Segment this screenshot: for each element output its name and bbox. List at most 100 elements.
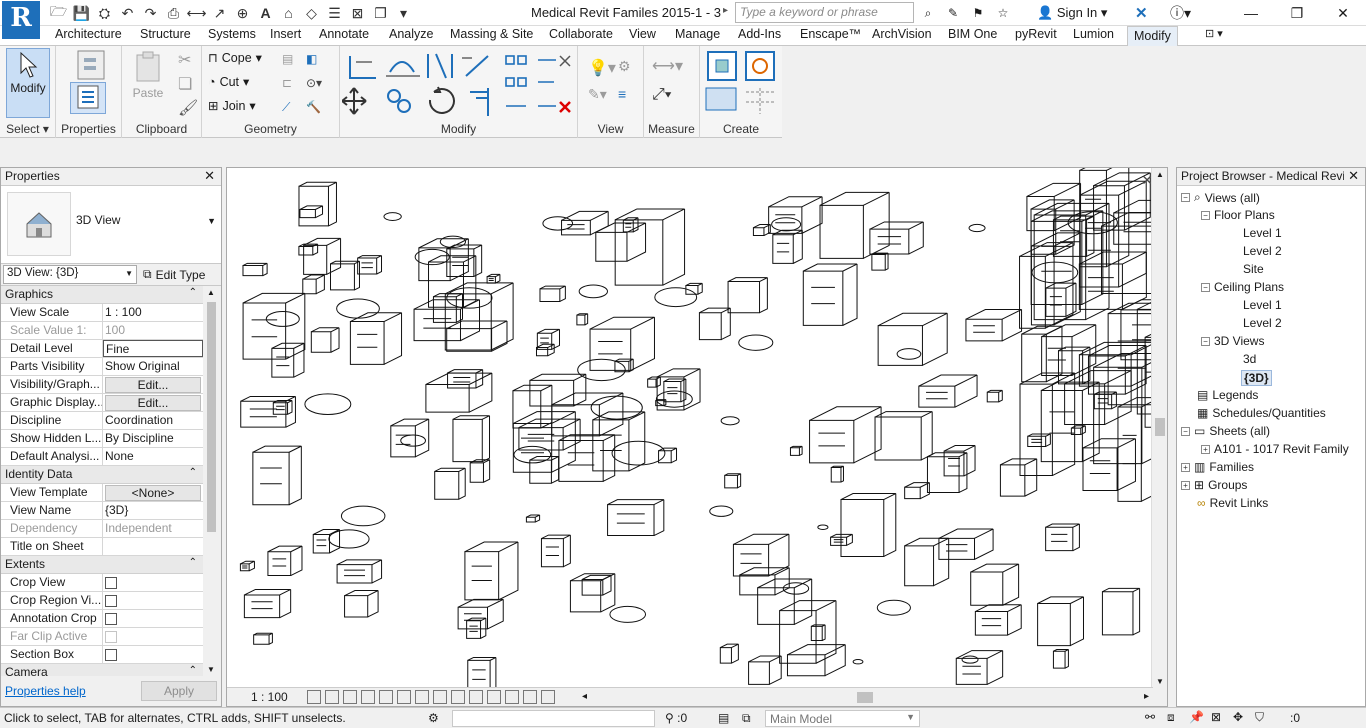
model-element[interactable]: [447, 369, 484, 389]
line-style-icon[interactable]: ≡: [618, 86, 626, 102]
graphic-display-edit-button[interactable]: Edit...: [105, 395, 201, 411]
render-icon[interactable]: [379, 690, 393, 704]
model-element[interactable]: [609, 605, 647, 623]
property-row[interactable]: Detail Level Fine: [1, 340, 203, 358]
print-icon[interactable]: ⎙: [163, 3, 184, 23]
tree-views-all[interactable]: − ⌕ Views (all): [1181, 190, 1260, 205]
model-element[interactable]: [739, 567, 790, 596]
workset-dropdown[interactable]: [452, 710, 655, 727]
3d-view-icon[interactable]: ⌂: [278, 3, 299, 23]
tree-3d-default[interactable]: {3D}: [1241, 370, 1272, 386]
tree-fp-site[interactable]: Site: [1243, 262, 1264, 276]
model-element[interactable]: [589, 316, 655, 371]
section-box-checkbox[interactable]: [105, 649, 117, 661]
model-element[interactable]: [577, 358, 626, 382]
hammer-icon[interactable]: 🔨: [306, 100, 321, 114]
tree-schedules[interactable]: ▦ Schedules/Quantities: [1197, 406, 1326, 420]
apply-button[interactable]: Apply: [141, 681, 217, 701]
tab-archvision[interactable]: ArchVision: [872, 27, 932, 41]
model-element[interactable]: [452, 415, 491, 463]
chevron-down-icon[interactable]: ▼: [207, 216, 216, 226]
model-element[interactable]: [938, 528, 994, 560]
model-element[interactable]: [310, 327, 340, 353]
customize-qat-icon[interactable]: ▾: [393, 3, 414, 23]
join-button[interactable]: ⊞ Join ▾: [208, 98, 256, 114]
model-element[interactable]: [1027, 433, 1051, 447]
switch-windows-icon[interactable]: ❐: [370, 3, 391, 23]
model-element[interactable]: [965, 309, 1023, 342]
model-element[interactable]: [539, 285, 566, 302]
property-row[interactable]: Parts Visibility Show Original: [1, 358, 203, 376]
model-element[interactable]: [719, 643, 739, 664]
model-element[interactable]: [469, 459, 491, 483]
model-element[interactable]: [955, 650, 1004, 685]
hide-in-view-icon[interactable]: 💡▾: [588, 58, 616, 78]
tab-annotate[interactable]: Annotate: [319, 27, 369, 41]
search-input[interactable]: Type a keyword or phrase: [735, 2, 914, 23]
model-element[interactable]: [904, 537, 950, 587]
cope-button[interactable]: ⊓ Cope ▾: [208, 50, 262, 66]
scroll-up-icon[interactable]: ▲: [207, 288, 215, 297]
tab-modify[interactable]: Modify: [1127, 26, 1178, 46]
paint-icon[interactable]: ◧: [306, 52, 317, 66]
override-graphics-icon[interactable]: ⚙: [618, 58, 631, 75]
split-face-icon[interactable]: ▤: [282, 52, 293, 66]
model-element[interactable]: [647, 376, 661, 388]
tab-view[interactable]: View: [629, 27, 656, 41]
model-element[interactable]: [328, 529, 370, 549]
model-element[interactable]: [869, 221, 924, 255]
tab-bim-one[interactable]: BIM One: [948, 27, 997, 41]
view-template-button[interactable]: <None>: [105, 485, 201, 501]
tag-icon[interactable]: ⊕: [232, 3, 253, 23]
linework-icon[interactable]: ✎▾: [588, 86, 607, 103]
model-element[interactable]: [732, 533, 790, 577]
tree-sheet-a101[interactable]: + A101 - 1017 Revit Family: [1201, 442, 1349, 456]
analytical-model-icon[interactable]: [523, 690, 537, 704]
tab-massing-site[interactable]: Massing & Site: [450, 27, 533, 41]
thin-lines-icon[interactable]: ☰: [324, 3, 345, 23]
aligned-dimension-icon[interactable]: ⤢▾: [652, 86, 672, 104]
type-selector[interactable]: 3D View ▼: [1, 186, 221, 264]
model-element[interactable]: [525, 514, 541, 523]
model-element[interactable]: [789, 445, 803, 456]
maximize-icon[interactable]: ❐: [1274, 0, 1320, 26]
model-element[interactable]: [272, 400, 293, 415]
model-element[interactable]: [999, 458, 1038, 497]
model-element[interactable]: [265, 311, 300, 327]
model-element[interactable]: [344, 589, 379, 618]
property-row[interactable]: View Name {3D}: [1, 502, 203, 520]
model-element[interactable]: [1113, 199, 1153, 245]
wall-joins-icon[interactable]: ⊏: [282, 76, 292, 90]
tab-architecture[interactable]: Architecture: [55, 27, 122, 41]
tab-enscape[interactable]: Enscape™: [800, 27, 861, 41]
model-element[interactable]: [1052, 649, 1069, 669]
model-element[interactable]: [943, 445, 976, 477]
scroll-up-icon[interactable]: ▲: [1156, 170, 1164, 179]
model-element[interactable]: [724, 473, 742, 489]
model-element[interactable]: [961, 655, 979, 664]
model-element[interactable]: [239, 560, 255, 572]
binoculars-icon[interactable]: ⌕: [918, 3, 938, 23]
model-element[interactable]: [542, 216, 574, 231]
model-element[interactable]: [768, 196, 823, 234]
model-element[interactable]: [561, 210, 609, 236]
model-element[interactable]: [253, 632, 273, 645]
model-element[interactable]: [1037, 596, 1084, 647]
model-element[interactable]: [720, 416, 740, 426]
model-element[interactable]: [1045, 282, 1077, 317]
model-element[interactable]: [529, 456, 560, 484]
cut-clipboard-icon[interactable]: ✂: [178, 50, 191, 70]
detail-level-icon[interactable]: [307, 690, 321, 704]
model-element[interactable]: [752, 224, 771, 237]
property-row[interactable]: Default Analysi... None: [1, 448, 203, 466]
tab-structure[interactable]: Structure: [140, 27, 191, 41]
close-hidden-icon[interactable]: ⊠: [347, 3, 368, 23]
subscription-icon[interactable]: ✎: [943, 3, 963, 23]
group-identity-data[interactable]: Identity Data ⌃: [1, 466, 203, 484]
sign-in-button[interactable]: 👤 Sign In ▾: [1037, 5, 1107, 21]
model-element[interactable]: [551, 392, 624, 437]
model-element[interactable]: [466, 617, 487, 639]
model-element[interactable]: [809, 406, 882, 464]
model-element[interactable]: [512, 411, 576, 473]
filter-icon[interactable]: ⛉: [1255, 710, 1271, 726]
